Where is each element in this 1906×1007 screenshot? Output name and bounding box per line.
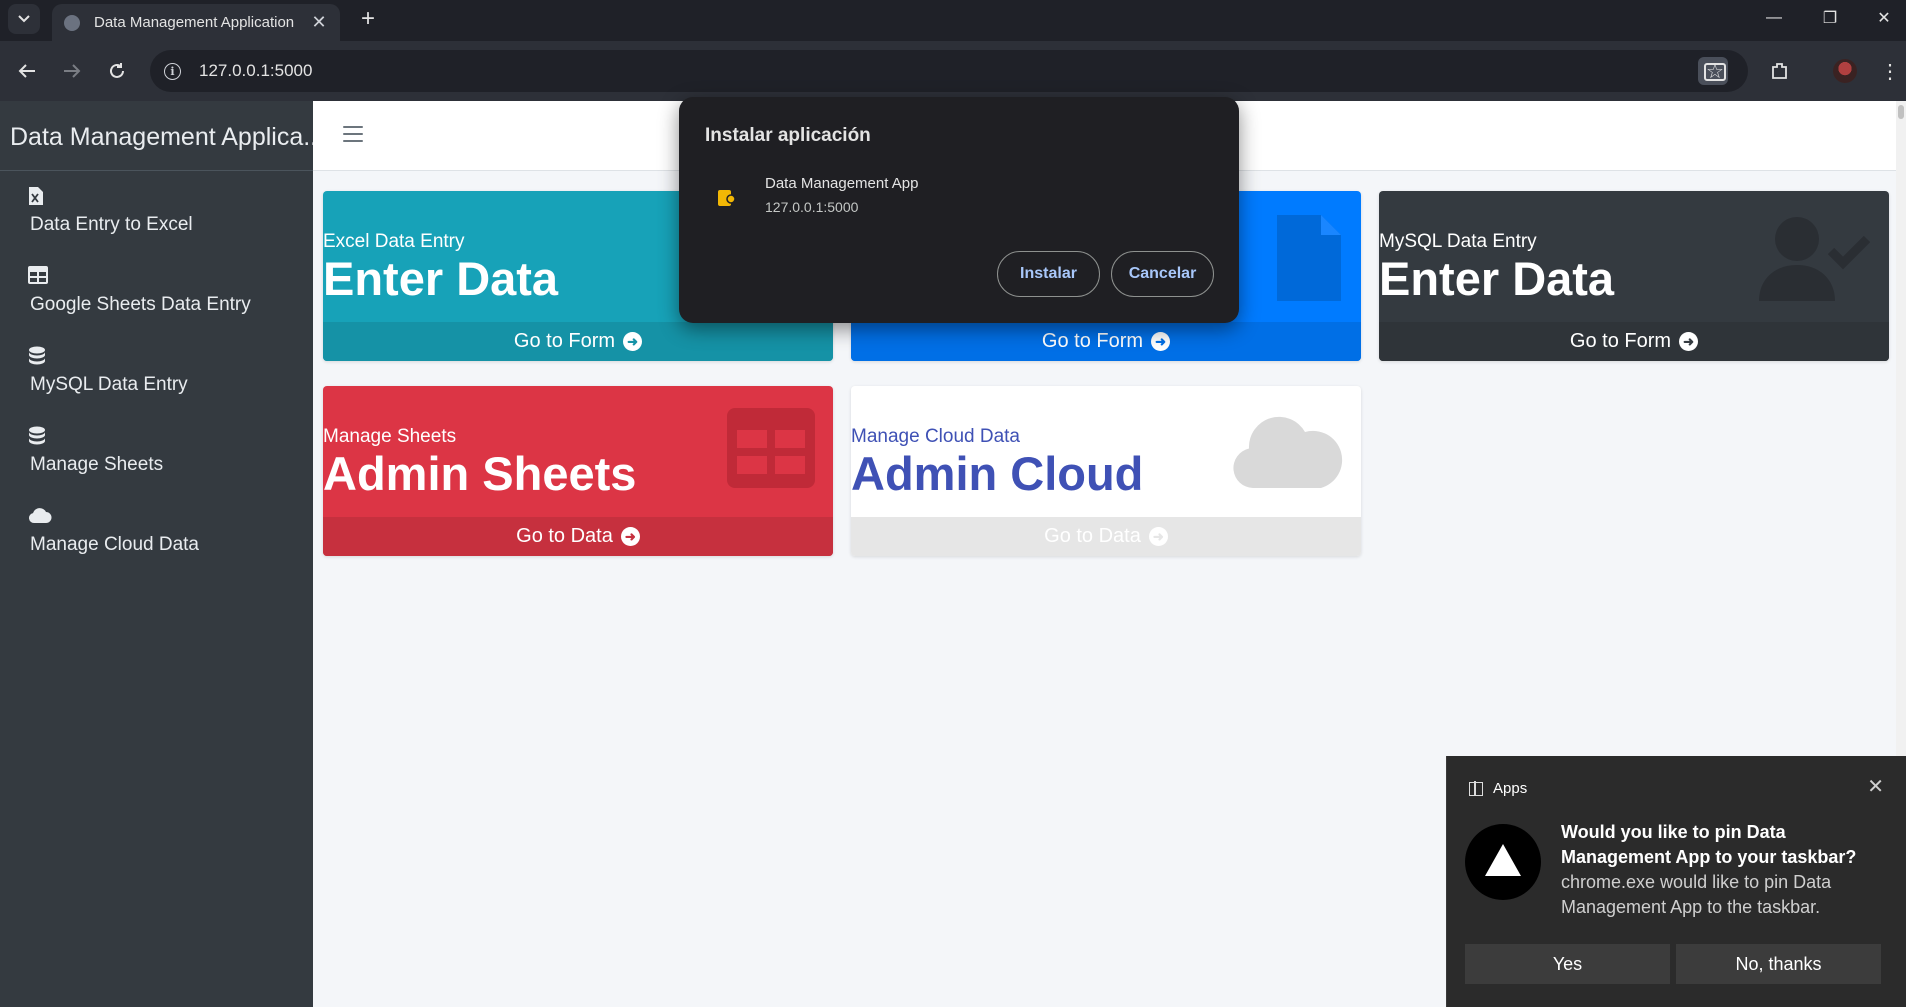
extensions-icon[interactable]	[1763, 54, 1797, 88]
sidebar-item-label: Manage Cloud Data	[30, 534, 199, 555]
user-check-icon	[1759, 217, 1871, 301]
sidebar-item-label: Google Sheets Data Entry	[30, 294, 251, 315]
arrow-circle-right-icon: ➜	[1679, 332, 1699, 351]
card-footer-link[interactable]: Go to Data ➜	[851, 517, 1361, 556]
card-footer-link[interactable]: Go to Form ➜	[851, 322, 1361, 361]
puzzle-icon	[1772, 63, 1787, 79]
toast-app-label: Apps	[1493, 780, 1528, 797]
minimize-button[interactable]: —	[1746, 0, 1802, 36]
tab-title: Data Management Application	[94, 14, 295, 31]
install-button[interactable]: Instalar	[997, 251, 1100, 297]
app-icon	[718, 190, 736, 206]
card-mysql-entry: MySQL Data Entry Enter Data Go to Form ➜	[1379, 191, 1889, 361]
arrow-circle-right-icon: ➜	[623, 332, 643, 351]
chevron-down-icon	[18, 15, 30, 23]
close-icon[interactable]: ✕	[1867, 774, 1884, 799]
tab-search-button[interactable]	[8, 4, 40, 34]
card-footer-label: Go to Form	[1569, 330, 1672, 352]
browser-tab-bar: Data Management Application ✕ + — ❐ ✕	[0, 0, 1906, 41]
sidebar-item-label: MySQL Data Entry	[30, 374, 188, 395]
back-button[interactable]	[10, 54, 44, 88]
globe-icon	[64, 14, 80, 31]
sidebar-item-label: Data Entry to Excel	[30, 214, 193, 235]
reload-button[interactable]	[100, 54, 134, 88]
apps-icon	[1469, 781, 1483, 796]
toast-source: Apps	[1469, 780, 1527, 797]
cancel-button[interactable]: Cancelar	[1111, 251, 1214, 297]
card-manage-sheets: Manage Sheets Admin Sheets Go to Data ➜	[323, 386, 833, 556]
menu-toggle-icon[interactable]	[343, 126, 363, 143]
bookmark-star-icon[interactable]: ☆	[1700, 54, 1730, 88]
card-footer-label: Go to Data	[516, 525, 613, 547]
database-icon	[28, 426, 48, 448]
restore-button[interactable]: ❐	[1802, 0, 1858, 36]
browser-toolbar: i 127.0.0.1:5000 ☆ ⋮	[0, 41, 1906, 101]
yes-button[interactable]: Yes	[1465, 944, 1670, 984]
pin-taskbar-notification: Apps ✕ Would you like to pin Data Manage…	[1446, 756, 1906, 1007]
url-text: 127.0.0.1:5000	[199, 61, 313, 80]
database-icon	[28, 346, 48, 368]
new-tab-button[interactable]: +	[352, 4, 384, 34]
card-footer-label: Go to Form	[1041, 330, 1144, 352]
table-icon	[28, 266, 48, 288]
reload-icon	[110, 63, 124, 78]
card-footer-label: Go to Form	[513, 330, 616, 352]
sidebar-item-manage-cloud[interactable]: Manage Cloud Data	[28, 506, 199, 556]
arrow-left-icon	[18, 64, 35, 78]
file-icon	[1277, 215, 1341, 301]
brand-title[interactable]: Data Management Applica..	[0, 101, 313, 171]
arrow-circle-right-icon: ➜	[1151, 332, 1171, 351]
table-icon	[727, 408, 815, 488]
close-window-button[interactable]: ✕	[1856, 0, 1906, 36]
card-footer-link[interactable]: Go to Data ➜	[323, 517, 833, 556]
sidebar-item-manage-sheets[interactable]: Manage Sheets	[28, 426, 163, 476]
close-tab-icon[interactable]: ✕	[310, 12, 328, 33]
dialog-title: Instalar aplicación	[705, 125, 871, 146]
card-footer-link[interactable]: Go to Form ➜	[1379, 322, 1889, 361]
sidebar-item-excel[interactable]: Data Entry to Excel	[28, 186, 193, 236]
card-manage-cloud: Manage Cloud Data Admin Cloud Go to Data…	[851, 386, 1361, 556]
app-url: 127.0.0.1:5000	[765, 199, 859, 215]
card-footer-link[interactable]: Go to Form ➜	[323, 322, 833, 361]
forward-button[interactable]	[55, 54, 89, 88]
sidebar-item-mysql[interactable]: MySQL Data Entry	[28, 346, 188, 396]
browser-menu-icon[interactable]: ⋮	[1873, 54, 1906, 88]
profile-avatar[interactable]	[1833, 59, 1857, 83]
cloud-icon	[1233, 416, 1343, 488]
cloud-icon	[28, 506, 52, 528]
app-logo-icon	[1465, 824, 1541, 900]
arrow-right-icon	[64, 64, 81, 78]
sidebar-item-label: Manage Sheets	[30, 454, 164, 475]
browser-tab[interactable]: Data Management Application ✕	[52, 4, 340, 41]
arrow-circle-right-icon: ➜	[620, 527, 640, 546]
arrow-circle-right-icon: ➜	[1148, 527, 1168, 546]
app-name: Data Management App	[765, 175, 919, 192]
toast-heading: Would you like to pin Data Management Ap…	[1561, 822, 1857, 867]
sidebar-item-google-sheets[interactable]: Google Sheets Data Entry	[28, 266, 251, 316]
sidebar: Data Management Applica.. Data Entry to …	[0, 101, 313, 1007]
install-app-dialog: Instalar aplicación Data Management App …	[679, 97, 1239, 323]
toast-body: chrome.exe would like to pin Data Manage…	[1561, 872, 1832, 917]
file-excel-icon	[28, 186, 48, 208]
site-info-icon[interactable]: i	[164, 62, 181, 80]
no-thanks-button[interactable]: No, thanks	[1676, 944, 1881, 984]
address-bar[interactable]: i 127.0.0.1:5000	[150, 50, 1748, 92]
card-footer-label: Go to Data	[1044, 525, 1141, 547]
